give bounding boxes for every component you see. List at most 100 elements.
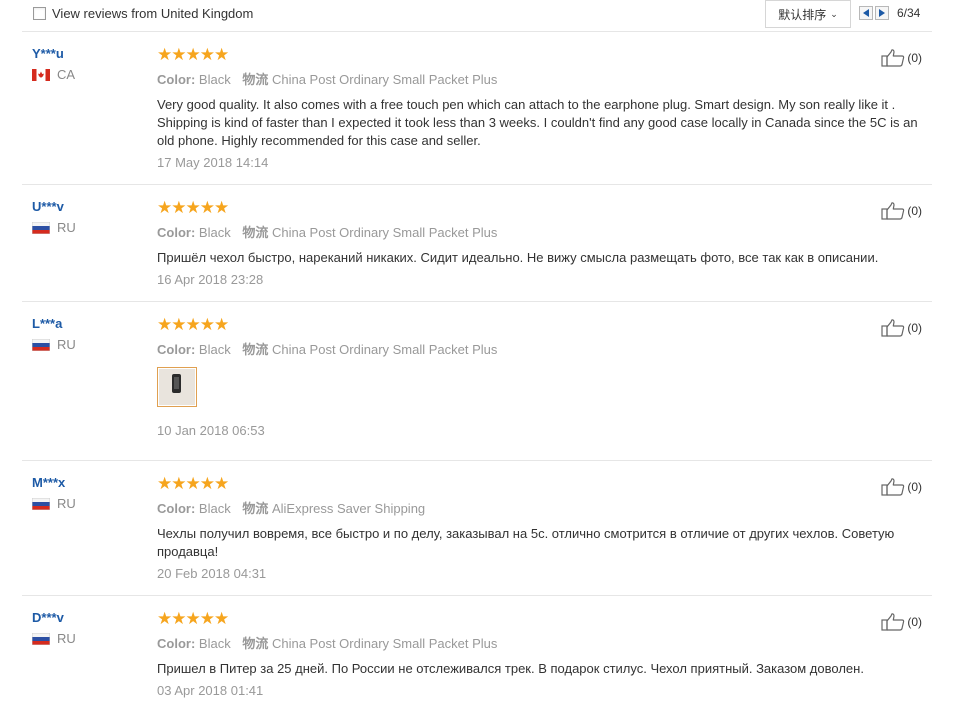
chevron-down-icon: ⌄ [830, 8, 838, 19]
reviewer: D***v RU [32, 610, 76, 646]
reviewer-country: RU [32, 496, 76, 511]
review-item: Y***u CA ★★★★★ Color: Black 物流 China Pos… [22, 32, 932, 185]
arrow-right-icon [879, 9, 885, 17]
color-label: Color: [157, 501, 196, 516]
shipping-value: China Post Ordinary Small Packet Plus [271, 636, 498, 651]
review-photo [159, 369, 195, 405]
helpful-button[interactable]: (0) [881, 202, 922, 220]
shipping-value: AliExpress Saver Shipping [271, 501, 426, 516]
country-code: CA [57, 67, 76, 82]
shipping-label: 物流 [242, 636, 269, 651]
shipping-value: China Post Ordinary Small Packet Plus [271, 72, 498, 87]
thumbs-up-icon [881, 319, 905, 337]
shipping-label: 物流 [242, 501, 269, 516]
reviewer-name[interactable]: L***a [32, 316, 76, 331]
next-page-button[interactable] [875, 6, 889, 20]
reviewer-country: RU [32, 631, 76, 646]
arrow-left-icon [863, 9, 869, 17]
shipping-label: 物流 [242, 72, 269, 87]
country-code: RU [57, 631, 76, 646]
color-value: Black [198, 501, 231, 516]
helpful-button[interactable]: (0) [881, 613, 922, 631]
review-toolbar: View reviews from United Kingdom 默认排序 ⌄ … [0, 0, 955, 30]
color-label: Color: [157, 342, 196, 357]
order-info: Color: Black 物流 China Post Ordinary Smal… [157, 339, 922, 358]
sort-label: 默认排序 [778, 7, 827, 22]
helpful-button[interactable]: (0) [881, 319, 922, 337]
review-text: Very good quality. It also comes with a … [157, 97, 918, 148]
page-indicator: 6/34 [897, 6, 921, 20]
shipping-value: China Post Ordinary Small Packet Plus [271, 225, 498, 240]
reviewer-name[interactable]: D***v [32, 610, 76, 625]
helpful-button[interactable]: (0) [881, 478, 922, 496]
review-date: 10 Jan 2018 06:53 [157, 423, 265, 438]
country-code: RU [57, 220, 76, 235]
helpful-count: (0) [907, 480, 922, 494]
thumbs-up-icon [881, 202, 905, 220]
phone-case-image [172, 374, 181, 393]
russia-flag-icon [32, 338, 50, 351]
country-code: RU [57, 496, 76, 511]
review-date: 03 Apr 2018 01:41 [157, 683, 264, 698]
review-content: ★★★★★ Color: Black 物流 China Post Ordinar… [157, 316, 922, 438]
order-info: Color: Black 物流 China Post Ordinary Smal… [157, 633, 922, 652]
review-photo-thumbnail[interactable] [157, 367, 197, 407]
review-text: Чехлы получил вовремя, все быстро и по д… [157, 526, 895, 559]
order-info: Color: Black 物流 AliExpress Saver Shippin… [157, 498, 922, 517]
reviewer-name[interactable]: Y***u [32, 46, 75, 61]
reviewer: U***v RU [32, 199, 76, 235]
review-content: ★★★★★ Color: Black 物流 China Post Ordinar… [157, 198, 922, 288]
review-list: Y***u CA ★★★★★ Color: Black 物流 China Pos… [22, 31, 932, 706]
shipping-label: 物流 [242, 225, 269, 240]
country-filter[interactable]: View reviews from United Kingdom [33, 6, 253, 21]
review-text: Пришел в Питер за 25 дней. По России не … [157, 661, 864, 676]
color-label: Color: [157, 636, 196, 651]
color-value: Black [198, 72, 231, 87]
russia-flag-icon [32, 632, 50, 645]
review-date: 16 Apr 2018 23:28 [157, 272, 264, 287]
review-item: D***v RU ★★★★★ Color: Black 物流 China Pos… [22, 596, 932, 706]
order-info: Color: Black 物流 China Post Ordinary Smal… [157, 222, 922, 241]
prev-page-button[interactable] [859, 6, 873, 20]
review-item: M***x RU ★★★★★ Color: Black 物流 AliExpres… [22, 461, 932, 596]
thumbs-up-icon [881, 613, 905, 631]
helpful-count: (0) [907, 615, 922, 629]
russia-flag-icon [32, 221, 50, 234]
color-label: Color: [157, 225, 196, 240]
review-item: U***v RU ★★★★★ Color: Black 物流 China Pos… [22, 185, 932, 302]
review-text: Пришёл чехол быстро, нареканий никаких. … [157, 250, 879, 265]
review-item: L***a RU ★★★★★ Color: Black 物流 China Pos… [22, 302, 932, 461]
reviewer-country: RU [32, 337, 76, 352]
country-filter-checkbox[interactable] [33, 7, 46, 20]
star-rating: ★★★★★ [157, 315, 229, 334]
color-value: Black [198, 342, 231, 357]
pagination: 6/34 [859, 0, 920, 26]
review-date: 17 May 2018 14:14 [157, 155, 269, 170]
helpful-count: (0) [907, 204, 922, 218]
canada-flag-icon [32, 68, 50, 81]
reviewer: Y***u CA [32, 46, 75, 82]
star-rating: ★★★★★ [157, 474, 229, 493]
color-value: Black [198, 636, 231, 651]
star-rating: ★★★★★ [157, 609, 229, 628]
helpful-count: (0) [907, 321, 922, 335]
review-content: ★★★★★ Color: Black 物流 China Post Ordinar… [157, 609, 922, 699]
thumbs-up-icon [881, 478, 905, 496]
reviewer-country: CA [32, 67, 75, 82]
review-date: 20 Feb 2018 04:31 [157, 566, 267, 581]
reviewer-name[interactable]: M***x [32, 475, 76, 490]
russia-flag-icon [32, 497, 50, 510]
color-value: Black [198, 225, 231, 240]
helpful-count: (0) [907, 51, 922, 65]
reviewer-country: RU [32, 220, 76, 235]
star-rating: ★★★★★ [157, 198, 229, 217]
order-info: Color: Black 物流 China Post Ordinary Smal… [157, 69, 922, 88]
reviewer: M***x RU [32, 475, 76, 511]
review-content: ★★★★★ Color: Black 物流 AliExpress Saver S… [157, 474, 922, 582]
sort-dropdown[interactable]: 默认排序 ⌄ [765, 0, 851, 28]
shipping-label: 物流 [242, 342, 269, 357]
reviewer-name[interactable]: U***v [32, 199, 76, 214]
country-filter-label: View reviews from United Kingdom [52, 6, 254, 21]
thumbs-up-icon [881, 49, 905, 67]
helpful-button[interactable]: (0) [881, 49, 922, 67]
